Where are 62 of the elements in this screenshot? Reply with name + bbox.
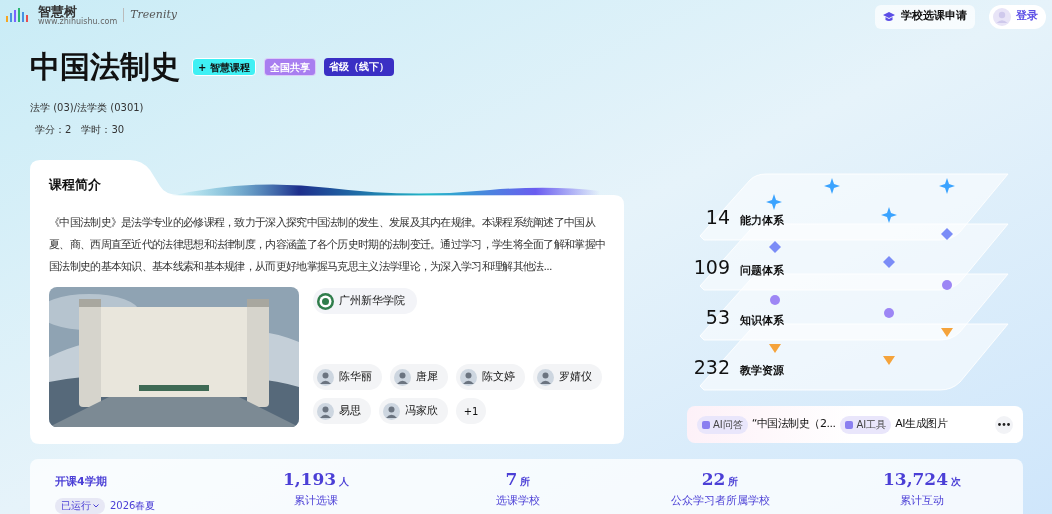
- system-label: 教学资源: [740, 363, 784, 379]
- graduation-cap-icon: [883, 11, 895, 22]
- login-button[interactable]: 登录: [989, 4, 1046, 29]
- section-heading: 课程简介: [49, 176, 102, 194]
- teacher-chip[interactable]: 冯家欣: [379, 398, 448, 424]
- hours-text: 学时：30: [81, 123, 125, 137]
- terms-text: 开课4学期: [55, 474, 108, 490]
- avatar-icon: [993, 7, 1011, 26]
- system-label: 问题体系: [740, 263, 784, 279]
- teacher-chip[interactable]: 陈华丽: [313, 364, 382, 390]
- ai-badge: AI问答: [697, 415, 748, 434]
- school-chip[interactable]: 广州新华学院: [313, 288, 417, 314]
- course-title: 中国法制史: [30, 52, 180, 82]
- brand-subtext: Treenity: [130, 6, 178, 23]
- stat-value: 1,193: [282, 471, 337, 488]
- system-count: 109: [692, 258, 730, 277]
- stat-label: 公众学习者所属学校: [670, 493, 770, 509]
- ai-link[interactable]: “中国法制史（2...: [751, 416, 836, 433]
- ai-link[interactable]: AI生成图片: [895, 416, 948, 433]
- ai-badge: AI工具: [840, 415, 892, 434]
- emblem-icon: [317, 292, 334, 310]
- avatar-icon: [383, 402, 400, 420]
- teacher-chip[interactable]: 罗婧仪: [533, 364, 602, 390]
- course-description: 《中国法制史》是法学专业的必修课程，致力于深入探究中国法制的发生、发展及其内在规律。本课程系统阐述了中国从夏、商、西周直至近代的法律思想和法律制度，内容涵盖了各个历史时期的法制变迁。通过学习，学生将全面了解和掌握中国法制史的基本知识、基本线索和基本规律，从而更好地掌握马克思主义法学理论，为深入学习和理解其他法...: [49, 215, 607, 275]
- course-tag: + 智慧课程: [192, 58, 256, 76]
- avatar-icon: [537, 368, 554, 386]
- teacher-chip[interactable]: 易思: [313, 398, 371, 424]
- stat-label: 累计互动: [900, 493, 944, 509]
- teacher-chip[interactable]: 唐犀: [390, 364, 448, 390]
- ai-icon: [702, 420, 710, 429]
- more-icon: [998, 423, 1010, 426]
- semester-text: 2026春夏: [110, 499, 156, 513]
- stat-unit: 次: [951, 475, 962, 489]
- avatar-icon: [317, 402, 334, 420]
- system-count: 232: [692, 358, 730, 377]
- stat-value: 22: [701, 471, 726, 488]
- stat-value: 7: [505, 471, 518, 488]
- teacher-chip[interactable]: 陈文婷: [456, 364, 525, 390]
- status-dropdown[interactable]: 已运行: [55, 497, 105, 514]
- system-label: 知识体系: [740, 313, 784, 329]
- logo-url: www.zhihuishu.com: [38, 17, 118, 26]
- avatar-icon: [460, 368, 477, 386]
- stat-label: 选课学校: [496, 493, 540, 509]
- system-count: 14: [704, 208, 730, 227]
- avatar-icon: [317, 368, 334, 386]
- stat-label: 累计选课: [294, 493, 338, 509]
- stat-unit: 所: [728, 475, 739, 489]
- stat-value: 13,724: [882, 471, 949, 488]
- stat-unit: 所: [520, 475, 531, 489]
- logo-text: 智慧树: [38, 4, 77, 18]
- credits-text: 学分：2: [35, 123, 72, 137]
- system-count: 53: [704, 308, 730, 327]
- course-tag: 省级（线下）: [323, 58, 394, 76]
- course-tag: 全国共享: [263, 58, 316, 76]
- system-label: 能力体系: [740, 213, 784, 229]
- avatar-icon: [394, 368, 411, 386]
- ai-icon: [845, 420, 854, 429]
- course-category: 法学 (03)/法学类 (0301): [30, 101, 145, 115]
- stat-unit: 人: [339, 475, 350, 489]
- more-button[interactable]: [995, 415, 1013, 434]
- apply-button[interactable]: 学校选课申请: [875, 4, 975, 29]
- caret-icon: [93, 503, 99, 508]
